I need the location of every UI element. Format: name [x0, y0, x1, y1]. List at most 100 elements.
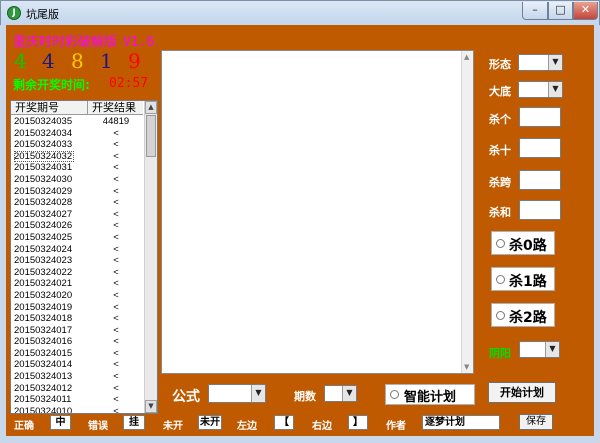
close-button[interactable]: ✕: [573, 2, 598, 20]
shage-input[interactable]: [519, 107, 561, 127]
list-item[interactable]: 20150324018 <: [11, 313, 143, 325]
period-cell: 20150324029: [14, 185, 73, 197]
result-cell: <: [113, 255, 119, 267]
period-cell: 20150324034: [14, 127, 73, 139]
result-cell: <: [113, 278, 119, 290]
result-cell: <: [113, 185, 119, 197]
start-plan-button[interactable]: 开始计划: [488, 382, 556, 403]
kill-route-1-label: 杀1路: [509, 274, 547, 290]
scroll-down-icon[interactable]: ▼: [464, 363, 469, 371]
radio-circle-icon[interactable]: [496, 311, 505, 320]
yinyang-select[interactable]: ▼: [519, 341, 560, 358]
shashi-input[interactable]: [519, 138, 561, 158]
draw-history-list[interactable]: 开奖期号 开奖结果 20150324035 44819 20150324034 <20…: [10, 100, 158, 414]
result-cell: <: [113, 313, 119, 325]
list-item[interactable]: 20150324024 <: [11, 244, 143, 256]
scroll-up-icon[interactable]: ▲: [464, 53, 469, 61]
formula-select[interactable]: ▼: [208, 384, 266, 403]
period-cell: 20150324018: [14, 313, 73, 325]
kill-route-1-radio[interactable]: 杀1路: [491, 267, 555, 291]
result-cell: <: [113, 127, 119, 139]
draw-digit-1: 4: [14, 49, 27, 73]
shakua-input[interactable]: [519, 170, 561, 190]
radio-circle-icon[interactable]: [390, 390, 399, 399]
shahe-input[interactable]: [519, 200, 561, 220]
xingtai-select[interactable]: ▼: [518, 54, 563, 71]
smart-plan-radio[interactable]: 智能计划: [385, 384, 475, 405]
kill-route-2-label: 杀2路: [509, 310, 547, 326]
list-item[interactable]: 20150324029 <: [11, 186, 143, 198]
list-item[interactable]: 20150324019 <: [11, 302, 143, 314]
period-cell: 20150324020: [14, 289, 73, 301]
period-cell: 20150324021: [14, 278, 73, 290]
period-cell: 20150324023: [14, 255, 73, 267]
chevron-down-icon[interactable]: ▼: [251, 385, 265, 402]
list-item[interactable]: 20150324027 <: [11, 209, 143, 221]
list-item[interactable]: 20150324030 <: [11, 174, 143, 186]
wrong-input[interactable]: 挂: [123, 415, 145, 430]
result-cell: <: [113, 289, 119, 301]
dadi-select[interactable]: ▼: [518, 81, 563, 98]
list-item[interactable]: 20150324022 <: [11, 267, 143, 279]
list-rows: 20150324035 44819 20150324034 <20150324033 <…: [11, 116, 143, 413]
save-button[interactable]: 保存: [519, 414, 553, 430]
chevron-down-icon[interactable]: ▼: [548, 82, 562, 97]
chevron-down-icon[interactable]: ▼: [342, 386, 356, 401]
list-item[interactable]: 20150324016 <: [11, 336, 143, 348]
result-cell: <: [113, 150, 119, 162]
result-cell: <: [113, 324, 119, 336]
list-item[interactable]: 20150324012 <: [11, 383, 143, 395]
list-item[interactable]: 20150324025 <: [11, 232, 143, 244]
kill-route-0-radio[interactable]: 杀0路: [491, 231, 555, 255]
result-cell: <: [113, 173, 119, 185]
list-item[interactable]: 20150324032 <: [11, 150, 143, 163]
scroll-thumb[interactable]: [146, 115, 156, 157]
maximize-button[interactable]: □: [548, 2, 573, 20]
list-scrollbar[interactable]: ▲ ▼: [144, 101, 157, 413]
list-item[interactable]: 20150324023 <: [11, 255, 143, 267]
radio-circle-icon[interactable]: [496, 239, 505, 248]
period-cell: 20150324016: [14, 336, 73, 348]
list-item[interactable]: 20150324031 <: [11, 162, 143, 174]
period-cell: 20150324025: [14, 231, 73, 243]
list-item[interactable]: 20150324011 <: [11, 394, 143, 406]
correct-input[interactable]: 中: [50, 415, 71, 430]
list-item[interactable]: 20150324020 <: [11, 290, 143, 302]
chevron-down-icon[interactable]: ▼: [545, 342, 559, 357]
chevron-down-icon[interactable]: ▼: [548, 55, 562, 70]
result-cell: 44819: [102, 116, 130, 127]
author-input[interactable]: 逐梦计划: [422, 415, 500, 430]
right-bracket-input[interactable]: 】: [348, 415, 368, 430]
periods-select[interactable]: ▼: [324, 385, 357, 402]
minimize-button[interactable]: –: [522, 2, 548, 20]
shage-label: 杀个: [489, 113, 511, 126]
output-scrollbar[interactable]: ▲ ▼: [461, 51, 473, 373]
period-cell: 20150324032: [14, 150, 75, 163]
radio-circle-icon[interactable]: [496, 275, 505, 284]
kill-route-2-radio[interactable]: 杀2路: [491, 303, 555, 327]
plan-output-area[interactable]: ▲ ▼: [161, 50, 474, 374]
list-item[interactable]: 20150324028 <: [11, 197, 143, 209]
brand-title: 重庆时时彩破解版 V1.6: [13, 31, 154, 50]
scroll-down-icon[interactable]: ▼: [145, 400, 157, 413]
column-header-period[interactable]: 开奖期号: [11, 101, 88, 115]
scroll-up-icon[interactable]: ▲: [145, 101, 157, 114]
right-bracket-label: 右边: [312, 421, 332, 432]
list-item[interactable]: 20150324017 <: [11, 325, 143, 337]
app-icon: J: [7, 6, 21, 20]
list-item[interactable]: 20150324010 <: [11, 406, 143, 413]
wrong-label: 错误: [88, 421, 108, 432]
author-label: 作者: [386, 421, 406, 432]
list-item[interactable]: 20150324015 <: [11, 348, 143, 360]
notopen-input[interactable]: 未开: [198, 415, 222, 430]
list-item[interactable]: 20150324034 <: [11, 128, 143, 140]
column-header-result[interactable]: 开奖结果: [89, 101, 143, 115]
list-item[interactable]: 20150324033 <: [11, 139, 143, 151]
left-bracket-input[interactable]: 【: [274, 415, 294, 430]
period-cell: 20150324031: [14, 162, 73, 174]
list-item[interactable]: 20150324026 <: [11, 220, 143, 232]
list-item[interactable]: 20150324013 <: [11, 371, 143, 383]
list-item[interactable]: 20150324014 <: [11, 359, 143, 371]
list-item[interactable]: 20150324021 <: [11, 278, 143, 290]
list-item[interactable]: 20150324035 44819: [11, 116, 143, 128]
